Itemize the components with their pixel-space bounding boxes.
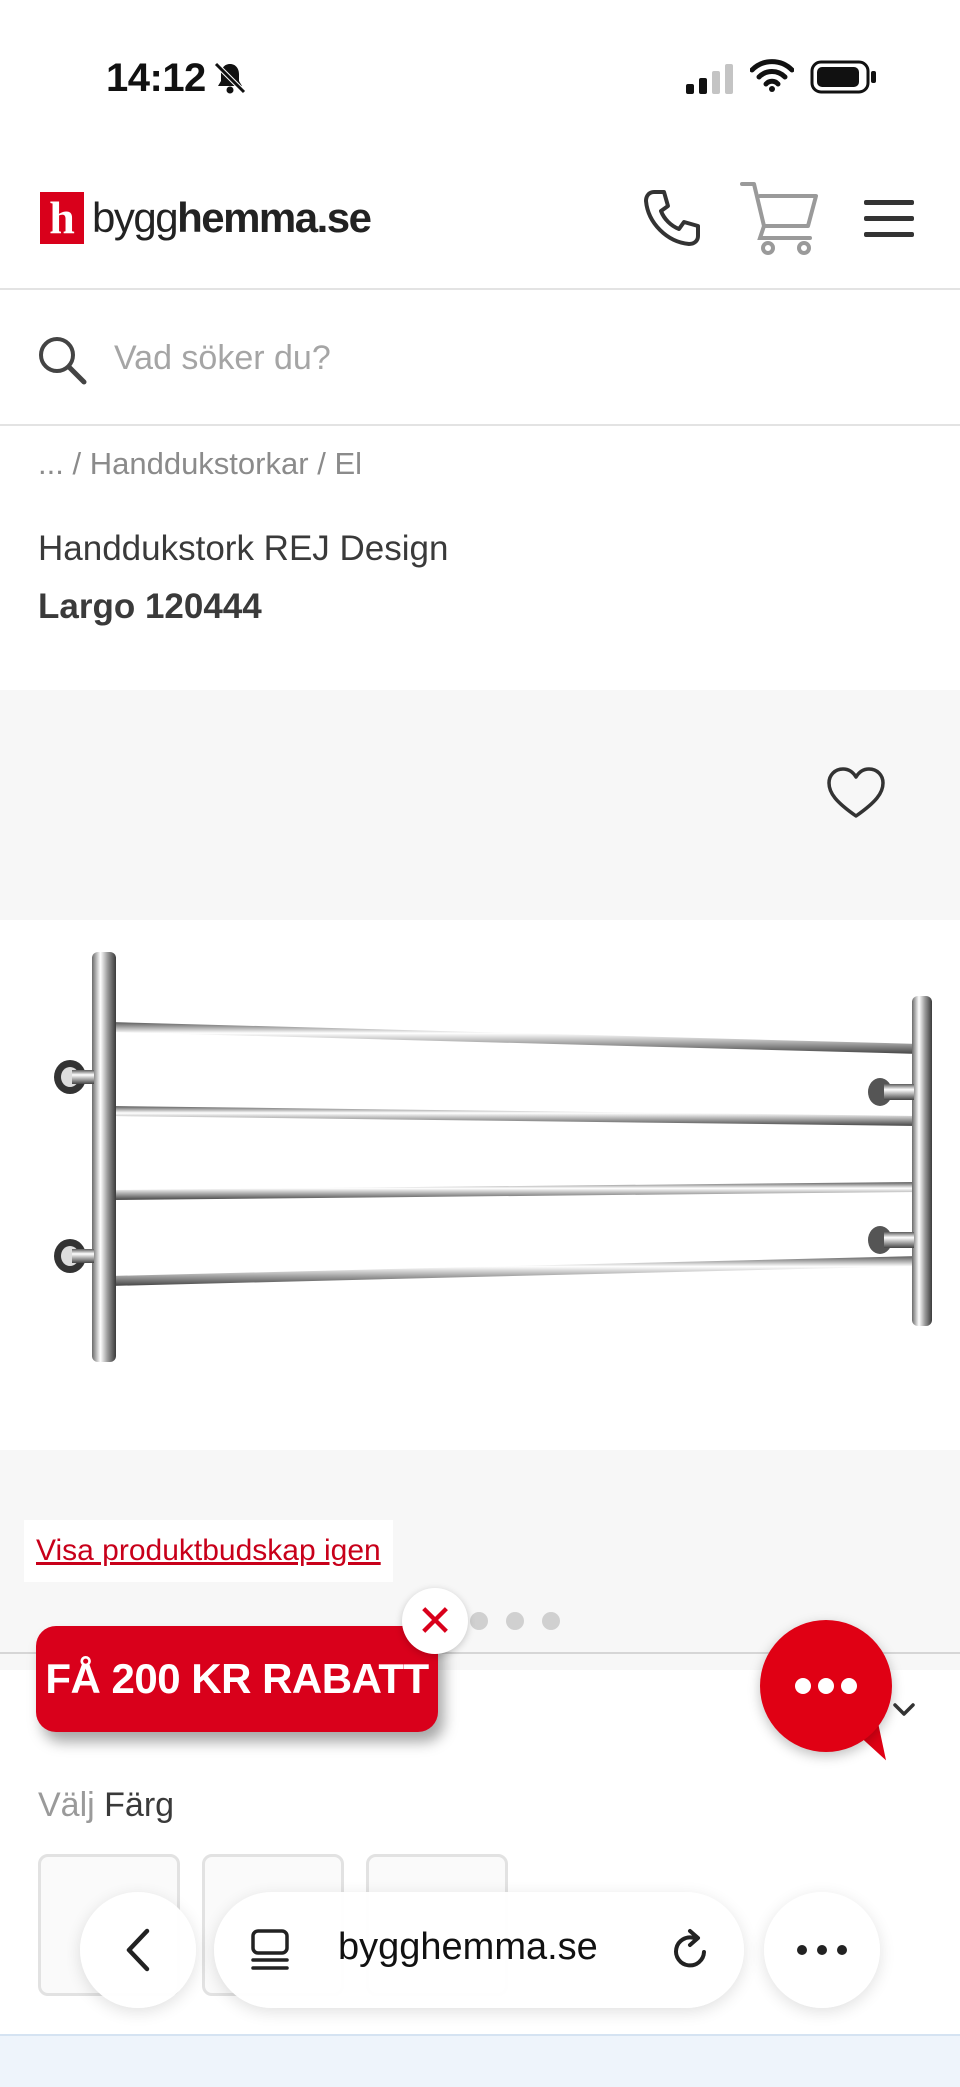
cart-icon[interactable] <box>738 178 822 258</box>
site-header: h bygghemma.se <box>0 150 960 290</box>
browser-url-text: bygghemma.se <box>338 1926 598 1968</box>
breadcrumb-ellipsis[interactable]: ... <box>38 446 64 481</box>
signal-icon <box>686 64 733 94</box>
menu-icon[interactable] <box>862 196 916 242</box>
status-bar: 14:12 <box>0 0 960 150</box>
back-icon <box>126 1928 150 1972</box>
reload-icon[interactable] <box>670 1928 712 1972</box>
tabs-icon[interactable] <box>250 1928 290 1972</box>
page-bottom-strip <box>0 2034 960 2087</box>
product-title-model: Largo 120444 <box>38 587 262 626</box>
chat-dots-icon <box>795 1678 857 1694</box>
phone-icon[interactable] <box>640 186 704 250</box>
choose-attribute: Färg <box>104 1786 175 1824</box>
browser-url-bar[interactable]: bygghemma.se <box>214 1892 744 2008</box>
logo-text-regular: bygg <box>92 194 179 241</box>
more-icon <box>797 1945 847 1955</box>
gallery-dot[interactable] <box>506 1612 524 1630</box>
breadcrumb-item-el[interactable]: El <box>334 446 362 481</box>
gallery-dots <box>470 1612 560 1630</box>
breadcrumb-item-handdukstorkar[interactable]: Handdukstorkar <box>90 446 309 481</box>
site-logo[interactable]: h bygghemma.se <box>40 192 372 244</box>
search-icon <box>39 337 87 385</box>
battery-icon <box>810 60 876 94</box>
search-bar <box>0 292 960 426</box>
choose-word: Välj <box>38 1786 95 1824</box>
bell-slash-icon <box>214 62 246 94</box>
heart-icon[interactable] <box>826 766 886 820</box>
choose-option-label: Välj Färg <box>38 1786 174 1825</box>
breadcrumb: ... / Handdukstorkar / El <box>38 446 362 482</box>
gallery-dot[interactable] <box>470 1612 488 1630</box>
chevron-down-icon[interactable] <box>892 1702 916 1718</box>
search-input[interactable] <box>114 326 914 390</box>
logo-mark: h <box>40 192 84 244</box>
wifi-icon <box>750 59 794 92</box>
close-icon: ✕ <box>416 1596 454 1646</box>
chat-button[interactable] <box>760 1620 892 1752</box>
browser-more-button[interactable] <box>764 1892 880 2008</box>
product-title-name: Handdukstork REJ Design <box>38 529 449 568</box>
promo-discount-button[interactable]: FÅ 200 KR RABATT <box>36 1626 438 1732</box>
show-product-message-link[interactable]: Visa produktbudskap igen <box>24 1520 393 1582</box>
product-title: Handdukstork REJ Design Largo 120444 <box>38 520 448 636</box>
logo-text-bold: hemma.se <box>177 194 372 241</box>
product-image[interactable] <box>0 920 960 1450</box>
status-time: 14:12 <box>106 56 206 100</box>
logo-text: bygghemma.se <box>92 194 372 242</box>
gallery-dot[interactable] <box>542 1612 560 1630</box>
product-gallery[interactable]: Visa produktbudskap igen <box>0 690 960 1670</box>
towel-rail-image <box>54 952 932 1362</box>
breadcrumb-separator: / <box>72 446 82 481</box>
breadcrumb-separator: / <box>317 446 326 481</box>
promo-close-button[interactable]: ✕ <box>402 1588 468 1654</box>
browser-back-button[interactable] <box>80 1892 196 2008</box>
